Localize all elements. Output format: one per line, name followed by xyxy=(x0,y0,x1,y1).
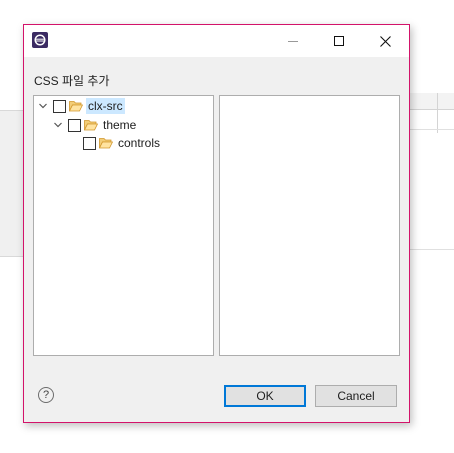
ok-button[interactable]: OK xyxy=(224,385,306,407)
eclipse-icon xyxy=(32,32,48,48)
checkbox[interactable] xyxy=(83,136,96,150)
title-bar[interactable] xyxy=(24,25,409,57)
background-panel xyxy=(0,110,24,257)
checkbox[interactable] xyxy=(68,118,81,132)
open-folder-icon xyxy=(69,101,83,112)
background-row-line xyxy=(408,129,454,130)
background-row-line xyxy=(408,249,454,250)
tree-node-label[interactable]: clx-src xyxy=(86,98,125,114)
help-icon: ? xyxy=(42,389,50,401)
add-css-file-dialog: CSS 파일 추가 clx-src theme controls ? OK Ca… xyxy=(23,24,410,423)
help-button[interactable]: ? xyxy=(38,387,54,403)
tree-node-label[interactable]: controls xyxy=(116,135,162,151)
maximize-button[interactable] xyxy=(316,25,362,57)
minimize-icon xyxy=(288,41,298,42)
tree-node-theme[interactable]: theme xyxy=(53,116,138,134)
folder-tree[interactable]: clx-src theme controls xyxy=(33,95,214,356)
background-column-divider xyxy=(437,93,438,133)
tree-node-label[interactable]: theme xyxy=(101,117,138,133)
maximize-icon xyxy=(334,36,344,46)
background-table-header xyxy=(408,93,454,133)
chevron-down-icon[interactable] xyxy=(38,101,48,111)
chevron-down-icon[interactable] xyxy=(53,120,63,130)
checkbox[interactable] xyxy=(53,99,66,113)
cancel-button[interactable]: Cancel xyxy=(315,385,397,407)
tree-node-controls[interactable]: controls xyxy=(83,134,162,152)
open-folder-icon xyxy=(84,120,98,131)
tree-node-clx-src[interactable]: clx-src xyxy=(38,97,125,115)
file-list-pane[interactable] xyxy=(219,95,400,356)
open-folder-icon xyxy=(99,138,113,149)
minimize-button[interactable] xyxy=(270,25,316,57)
close-button[interactable] xyxy=(362,25,408,57)
close-icon xyxy=(379,35,391,47)
dialog-heading: CSS 파일 추가 xyxy=(34,74,110,88)
